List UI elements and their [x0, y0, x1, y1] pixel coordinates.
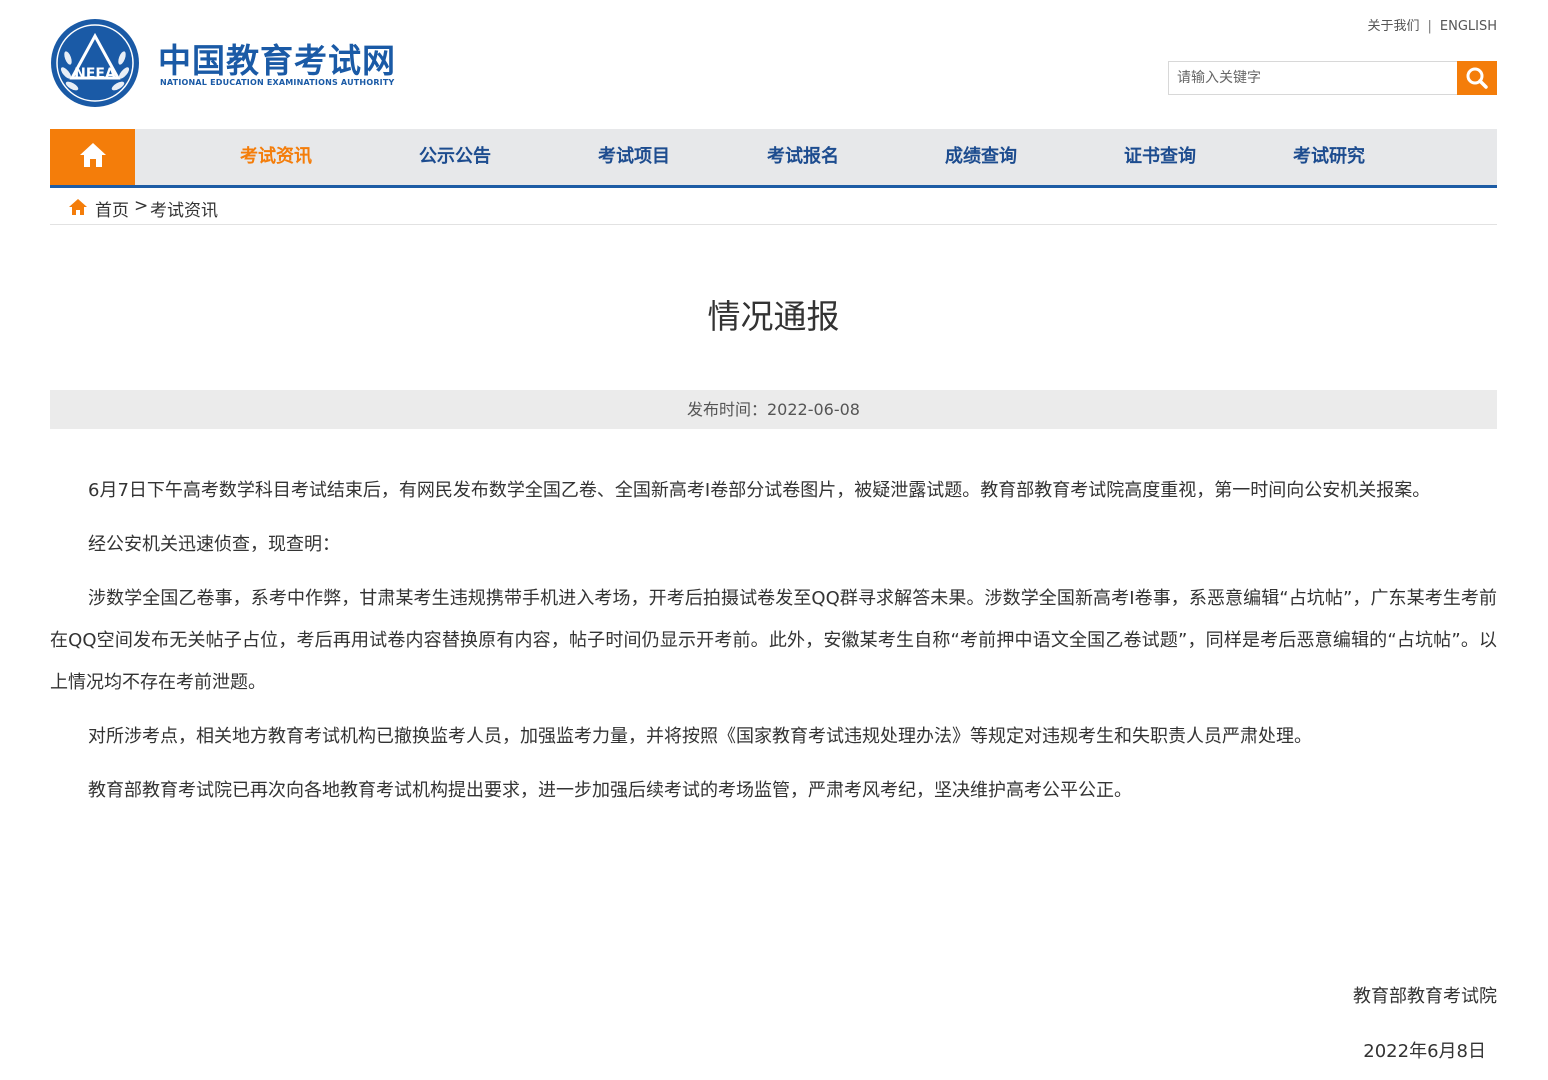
top-links: 关于我们 | ENGLISH	[1367, 15, 1497, 34]
search-icon	[1466, 67, 1488, 89]
article-paragraph: 6月7日下午高考数学科目考试结束后，有网民发布数学全国乙卷、全国新高考I卷部分试…	[88, 480, 1431, 501]
nav-item-exam-research[interactable]: 考试研究	[1293, 129, 1365, 185]
search-box	[1168, 61, 1497, 95]
article-paragraph: 教育部教育考试院已再次向各地教育考试机构提出要求，进一步加强后续考试的考场监管，…	[88, 780, 1132, 801]
article-body: 6月7日下午高考数学科目考试结束后，有网民发布数学全国乙卷、全国新高考I卷部分试…	[50, 470, 1497, 824]
search-input[interactable]	[1169, 62, 1458, 94]
breadcrumb-separator: >	[134, 196, 149, 216]
english-link[interactable]: ENGLISH	[1440, 19, 1497, 34]
article-signature: 教育部教育考试院	[1353, 986, 1497, 1007]
nav-item-registration[interactable]: 考试报名	[767, 129, 839, 185]
site-subtitle: NATIONAL EDUCATION EXAMINATIONS AUTHORIT…	[160, 78, 395, 87]
about-us-link[interactable]: 关于我们	[1367, 19, 1419, 34]
article-paragraph: 对所涉考点，相关地方教育考试机构已撤换监考人员，加强监考力量，并将按照《国家教育…	[88, 726, 1312, 747]
search-button[interactable]	[1457, 61, 1497, 95]
nav-item-score-query[interactable]: 成绩查询	[945, 129, 1017, 185]
article-paragraph: 涉数学全国乙卷事，系考中作弊，甘肃某考生违规携带手机进入考场，开考后拍摄试卷发至…	[50, 588, 1497, 693]
nav-item-certificate-query[interactable]: 证书查询	[1124, 129, 1196, 185]
article-paragraph: 经公安机关迅速侦查，现查明：	[88, 534, 340, 555]
site-header: NEEA 中国教育考试网 NATIONAL EDUCATION EXAMINAT…	[50, 0, 1497, 120]
article-date: 2022年6月8日	[1363, 1041, 1486, 1062]
site-title[interactable]: 中国教育考试网	[158, 34, 396, 82]
publish-time: 发布时间：2022-06-08	[50, 390, 1497, 429]
link-separator: |	[1427, 19, 1432, 34]
home-icon	[80, 143, 106, 167]
nav-item-announcements[interactable]: 公示公告	[419, 129, 491, 185]
home-icon	[69, 199, 87, 215]
nav-item-exam-news[interactable]: 考试资讯	[240, 129, 312, 185]
main-nav: 考试资讯 公示公告 考试项目 考试报名 成绩查询 证书查询 考试研究	[50, 129, 1497, 188]
nav-item-exam-projects[interactable]: 考试项目	[598, 129, 670, 185]
breadcrumb-home-link[interactable]: 首页	[95, 196, 129, 221]
svg-text:NEEA: NEEA	[74, 66, 116, 82]
breadcrumb: 首页 > 考试资讯	[50, 188, 1497, 225]
neea-logo[interactable]: NEEA	[50, 18, 140, 108]
breadcrumb-current[interactable]: 考试资讯	[150, 196, 218, 221]
article-title: 情况通报	[707, 297, 840, 336]
nav-home-button[interactable]	[50, 129, 135, 185]
